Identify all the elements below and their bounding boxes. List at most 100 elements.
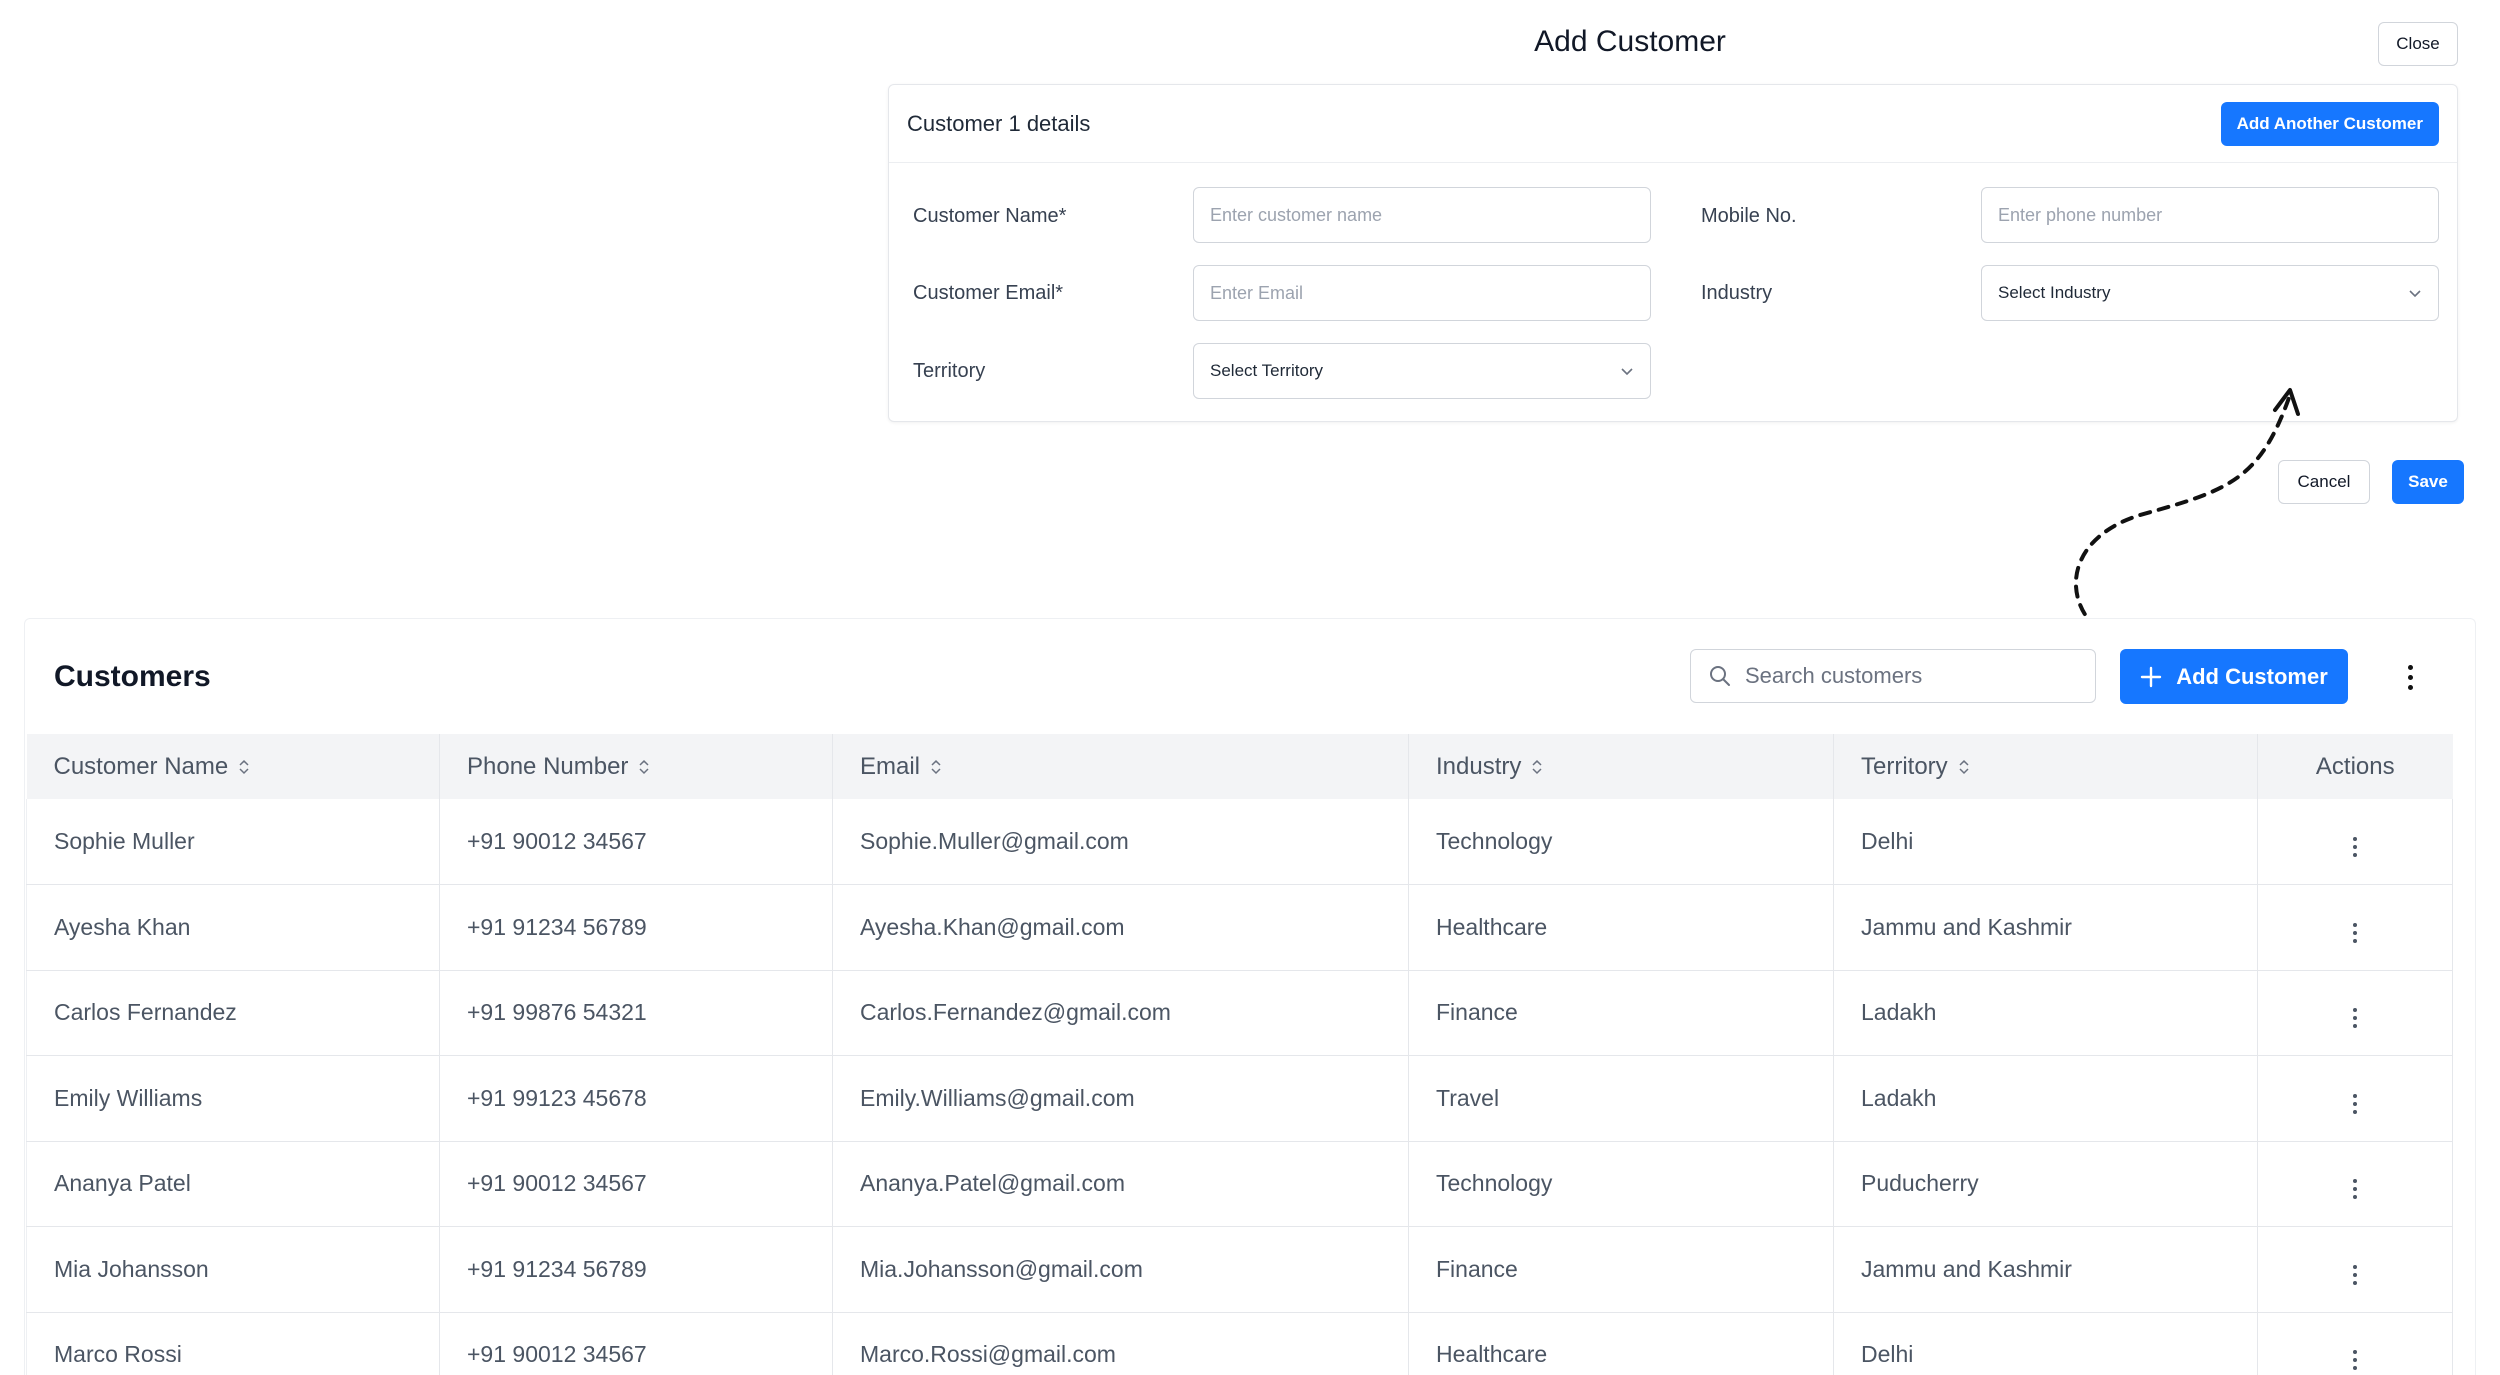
customer-name-cell: Sophie Muller bbox=[26, 799, 440, 885]
column-header-label: Territory bbox=[1861, 752, 1948, 780]
sort-icon bbox=[1959, 760, 1969, 775]
column-header-actions: Actions bbox=[2257, 734, 2453, 799]
row-actions-kebab-icon[interactable] bbox=[2343, 1344, 2367, 1375]
page: Add Customer Close Customer 1 details Ad… bbox=[0, 0, 2500, 1375]
industry-cell: Technology bbox=[1408, 799, 1834, 885]
search-placeholder: Search customers bbox=[1745, 663, 1923, 688]
customers-table: Customer Name Phone Number Email Industry Te… bbox=[26, 734, 2453, 1375]
territory-cell: Jammu and Kashmir bbox=[1833, 1226, 2258, 1313]
column-header-phone-number[interactable]: Phone Number bbox=[439, 734, 833, 799]
actions-cell bbox=[2257, 1141, 2453, 1227]
territory-select-value: Select Territory bbox=[1210, 361, 1324, 380]
phone-number-cell: +91 90012 34567 bbox=[439, 1141, 833, 1227]
actions-cell bbox=[2257, 1226, 2453, 1313]
email-cell: Mia.Johansson@gmail.com bbox=[832, 1226, 1409, 1313]
table-header-row: Customer Name Phone Number Email Industry Te… bbox=[26, 734, 2453, 799]
add-customer-label: Add Customer bbox=[2176, 663, 2328, 689]
industry-cell: Healthcare bbox=[1408, 884, 1834, 971]
search-input[interactable]: Search customers bbox=[1690, 649, 2096, 703]
chevron-down-icon bbox=[2409, 290, 2421, 298]
row-actions-kebab-icon[interactable] bbox=[2343, 831, 2367, 863]
table-row[interactable]: Carlos Fernandez +91 99876 54321 Carlos.Fe… bbox=[26, 970, 2453, 1056]
kebab-menu-icon bbox=[2398, 659, 2423, 696]
sort-icon bbox=[931, 760, 941, 775]
row-actions-kebab-icon[interactable] bbox=[2343, 1088, 2367, 1120]
phone-number-cell: +91 91234 56789 bbox=[439, 1226, 833, 1313]
actions-cell bbox=[2257, 1055, 2453, 1142]
territory-cell: Ladakh bbox=[1833, 1055, 2258, 1142]
column-header-industry[interactable]: Industry bbox=[1408, 734, 1834, 799]
mobile-no-input[interactable]: Enter phone number bbox=[1981, 187, 2439, 243]
customer-email-label: Customer Email* bbox=[913, 282, 1064, 304]
column-header-label: Phone Number bbox=[467, 752, 629, 780]
column-header-territory[interactable]: Territory bbox=[1833, 734, 2258, 799]
actions-cell bbox=[2257, 970, 2453, 1056]
territory-select[interactable]: Select Territory bbox=[1193, 343, 1651, 399]
customer-email-input[interactable]: Enter Email bbox=[1193, 265, 1651, 321]
email-cell: Marco.Rossi@gmail.com bbox=[832, 1312, 1409, 1375]
phone-number-cell: +91 90012 34567 bbox=[439, 799, 833, 885]
customer-name-cell: Emily Williams bbox=[26, 1055, 440, 1142]
customer-name-label: Customer Name* bbox=[913, 205, 1067, 227]
territory-cell: Jammu and Kashmir bbox=[1833, 884, 2258, 971]
actions-cell bbox=[2257, 884, 2453, 971]
mobile-no-label: Mobile No. bbox=[1701, 205, 1797, 227]
email-cell: Emily.Williams@gmail.com bbox=[832, 1055, 1409, 1142]
table-row[interactable]: Emily Williams +91 99123 45678 Emily.Willi… bbox=[26, 1055, 2453, 1142]
sort-icon bbox=[239, 760, 249, 775]
row-actions-kebab-icon[interactable] bbox=[2343, 1002, 2367, 1034]
customer-name-cell: Ananya Patel bbox=[26, 1141, 440, 1227]
industry-select[interactable]: Select Industry bbox=[1981, 265, 2439, 321]
column-header-label: Email bbox=[860, 752, 921, 780]
territory-label: Territory bbox=[913, 360, 986, 382]
plus-icon bbox=[2141, 666, 2162, 687]
phone-number-cell: +91 91234 56789 bbox=[439, 884, 833, 971]
customer-details-card: Customer 1 details Add Another Customer … bbox=[888, 84, 2458, 422]
save-button[interactable]: Save bbox=[2392, 460, 2464, 504]
territory-cell: Puducherry bbox=[1833, 1141, 2258, 1227]
sort-icon bbox=[1532, 760, 1542, 775]
chevron-down-icon bbox=[1621, 368, 1633, 376]
column-header-email[interactable]: Email bbox=[832, 734, 1409, 799]
industry-cell: Travel bbox=[1408, 1055, 1834, 1142]
cancel-button[interactable]: Cancel bbox=[2278, 460, 2370, 504]
table-row[interactable]: Mia Johansson +91 91234 56789 Mia.Johansso… bbox=[26, 1226, 2453, 1313]
customer-name-cell: Ayesha Khan bbox=[26, 884, 440, 971]
card-header: Customer 1 details Add Another Customer bbox=[889, 85, 2457, 163]
customer-name-input[interactable]: Enter customer name bbox=[1193, 187, 1651, 243]
table-row[interactable]: Sophie Muller +91 90012 34567 Sophie.Mulle… bbox=[26, 799, 2453, 885]
table-row[interactable]: Marco Rossi +91 90012 34567 Marco.Rossi@gm… bbox=[26, 1312, 2453, 1375]
add-customer-button[interactable]: Add Customer bbox=[2120, 649, 2348, 704]
more-options-button[interactable] bbox=[2392, 655, 2428, 699]
card-title: Customer 1 details bbox=[907, 110, 1091, 136]
column-header-customer-name[interactable]: Customer Name bbox=[26, 734, 440, 799]
industry-cell: Technology bbox=[1408, 1141, 1834, 1227]
industry-cell: Finance bbox=[1408, 1226, 1834, 1313]
column-header-label: Industry bbox=[1436, 752, 1522, 780]
email-cell: Ayesha.Khan@gmail.com bbox=[832, 884, 1409, 971]
industry-cell: Healthcare bbox=[1408, 1312, 1834, 1375]
industry-label: Industry bbox=[1701, 282, 1773, 304]
sort-icon bbox=[639, 760, 649, 775]
search-icon bbox=[1710, 666, 1730, 686]
table-body: Sophie Muller +91 90012 34567 Sophie.Mulle… bbox=[26, 799, 2453, 1375]
table-row[interactable]: Ananya Patel +91 90012 34567 Ananya.Patel@… bbox=[26, 1141, 2453, 1227]
row-actions-kebab-icon[interactable] bbox=[2343, 917, 2367, 949]
add-another-customer-button[interactable]: Add Another Customer bbox=[2220, 101, 2439, 146]
actions-cell bbox=[2257, 1312, 2453, 1375]
row-actions-kebab-icon[interactable] bbox=[2343, 1259, 2367, 1291]
industry-cell: Finance bbox=[1408, 970, 1834, 1056]
row-actions-kebab-icon[interactable] bbox=[2343, 1173, 2367, 1205]
phone-number-cell: +91 99123 45678 bbox=[439, 1055, 833, 1142]
table-row[interactable]: Ayesha Khan +91 91234 56789 Ayesha.Khan@gm… bbox=[26, 884, 2453, 971]
phone-number-cell: +91 99876 54321 bbox=[439, 970, 833, 1056]
column-header-label: Actions bbox=[2315, 752, 2395, 780]
customer-name-cell: Carlos Fernandez bbox=[26, 970, 440, 1056]
close-button[interactable]: Close bbox=[2378, 22, 2458, 66]
column-header-label: Customer Name bbox=[53, 752, 229, 780]
email-cell: Sophie.Muller@gmail.com bbox=[832, 799, 1409, 885]
territory-cell: Ladakh bbox=[1833, 970, 2258, 1056]
email-cell: Ananya.Patel@gmail.com bbox=[832, 1141, 1409, 1227]
actions-cell bbox=[2257, 799, 2453, 885]
territory-cell: Delhi bbox=[1833, 799, 2258, 885]
